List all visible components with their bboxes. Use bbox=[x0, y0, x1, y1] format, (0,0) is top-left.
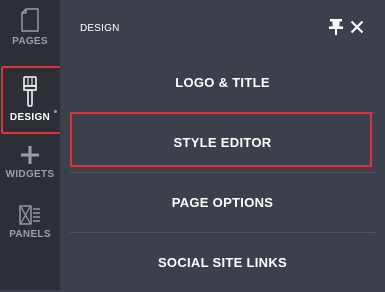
sidebar-item-label: PAGES bbox=[12, 36, 48, 47]
menu-item-label: STYLE EDITOR bbox=[173, 134, 272, 150]
panels-icon bbox=[19, 205, 40, 225]
menu-item-logo-title[interactable]: LOGO & TITLE bbox=[60, 52, 385, 112]
sidebar-item-widgets[interactable]: WIDGETS bbox=[0, 143, 60, 195]
pin-icon[interactable] bbox=[328, 18, 344, 36]
close-icon[interactable] bbox=[349, 19, 365, 35]
sidebar-item-panels[interactable]: PANELS bbox=[0, 205, 60, 260]
plus-icon bbox=[21, 146, 39, 164]
panel-header: DESIGN bbox=[60, 0, 385, 52]
active-indicator-dot bbox=[54, 110, 57, 113]
sidebar-item-label: PANELS bbox=[9, 229, 51, 240]
menu-item-label: LOGO & TITLE bbox=[175, 74, 270, 90]
menu-item-social-site-links[interactable]: SOCIAL SITE LINKS bbox=[60, 232, 385, 292]
menu-item-label: PAGE OPTIONS bbox=[171, 194, 274, 210]
design-panel: DESIGN LOGO & TITLE STYLE EDITOR PAGE OP… bbox=[60, 0, 385, 290]
paintbrush-icon bbox=[23, 76, 37, 107]
panel-title: DESIGN bbox=[80, 23, 120, 34]
sidebar-item-label: DESIGN bbox=[9, 112, 51, 123]
menu-item-label: SOCIAL SITE LINKS bbox=[157, 254, 288, 270]
left-sidebar: PAGES DESIGN WIDGETS PANELS bbox=[0, 0, 60, 290]
sidebar-item-pages[interactable]: PAGES bbox=[0, 8, 60, 64]
sidebar-item-label: WIDGETS bbox=[5, 169, 55, 180]
page-icon bbox=[21, 8, 39, 32]
menu-item-page-options[interactable]: PAGE OPTIONS bbox=[60, 172, 385, 232]
sidebar-item-design[interactable]: DESIGN bbox=[0, 66, 60, 134]
menu-item-style-editor[interactable]: STYLE EDITOR bbox=[60, 112, 385, 172]
